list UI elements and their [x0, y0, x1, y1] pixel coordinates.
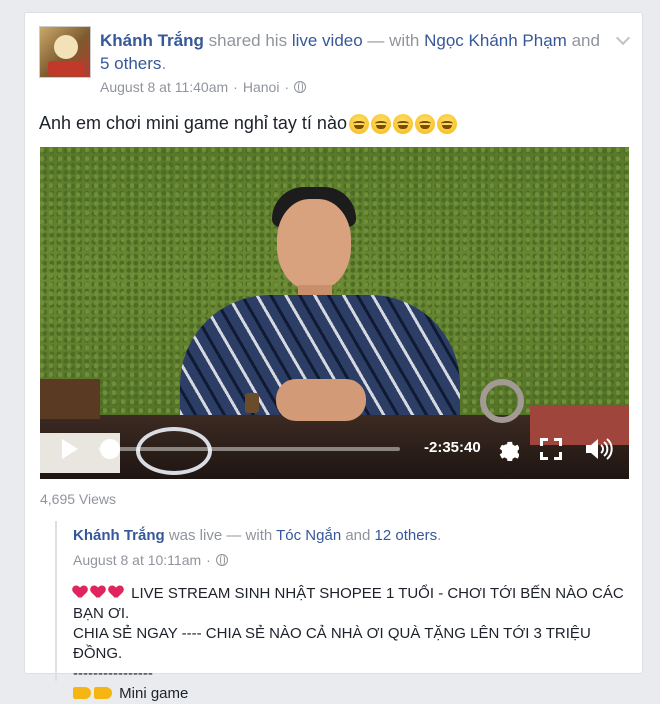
- body-line-2: CHIA SẺ NGAY ---- CHIA SẺ NÀO CẢ NHÀ ƠI …: [73, 625, 591, 662]
- laughing-emoji-icon: [392, 113, 413, 134]
- video-progress-thumb[interactable]: [100, 439, 120, 459]
- shared-author-name[interactable]: Khánh Trắng: [73, 527, 165, 544]
- post-header: Khánh Trắng shared his live video — with…: [100, 29, 600, 75]
- body-line-1-text: LIVE STREAM SINH NHẬT SHOPEE 1 TUỔI - CH…: [73, 585, 624, 622]
- action-text: shared his: [208, 31, 288, 50]
- post-card: Khánh Trắng shared his live video — with…: [24, 12, 643, 702]
- play-icon[interactable]: [62, 439, 78, 459]
- shared-others-link[interactable]: 12 others: [375, 527, 438, 544]
- laughing-emoji-icon: [348, 113, 369, 134]
- heart-icon: [109, 586, 123, 599]
- shared-tagged-person-link[interactable]: Tóc Ngắn: [276, 527, 341, 544]
- shared-post-header: Khánh Trắng was live — with Tóc Ngắn and…: [73, 527, 441, 544]
- avatar-figure: [54, 35, 78, 59]
- body-line-3: ----------------: [73, 665, 153, 682]
- video-person-head: [277, 199, 351, 291]
- shared-post-meta: August 8 at 10:11am ·: [73, 552, 228, 568]
- shared-period: .: [437, 527, 442, 544]
- shared-with-text: — with: [226, 527, 273, 544]
- period: .: [161, 54, 167, 73]
- post-timestamp[interactable]: August 8 at 11:40am: [100, 79, 228, 95]
- shared-meta-separator: ·: [206, 552, 211, 568]
- video-object-ring: [480, 379, 524, 423]
- post-text: Anh em chơi mini game nghỉ tay tí nào: [39, 113, 457, 134]
- shared-timestamp[interactable]: August 8 at 10:11am: [73, 552, 201, 568]
- video-wristwatch: [245, 393, 259, 413]
- video-controls: -2:35:40: [40, 429, 629, 469]
- live-video-link[interactable]: live video: [292, 31, 363, 50]
- time-remaining: -2:35:40: [424, 439, 481, 456]
- view-count: 4,695 Views: [40, 491, 117, 507]
- post-location[interactable]: Hanoi: [243, 79, 280, 95]
- and-text: and: [571, 31, 600, 50]
- video-progress-track[interactable]: [98, 447, 400, 451]
- shared-post-body: LIVE STREAM SINH NHẬT SHOPEE 1 TUỔI - CH…: [73, 584, 633, 704]
- avatar-base: [48, 61, 84, 75]
- heart-icon: [73, 586, 87, 599]
- with-text: — with: [367, 31, 420, 50]
- shared-and-text: and: [345, 527, 371, 544]
- body-line-4-text: Mini game: [119, 685, 189, 702]
- shared-post: Khánh Trắng was live — with Tóc Ngắn and…: [55, 521, 630, 702]
- globe-icon[interactable]: [215, 554, 228, 566]
- chevron-down-icon[interactable]: [615, 30, 631, 46]
- was-live-text: was live: [168, 527, 223, 544]
- tagged-person-link[interactable]: Ngọc Khánh Phạm: [424, 31, 567, 50]
- post-message: Anh em chơi mini game nghỉ tay tí nào: [39, 113, 347, 133]
- volume-icon[interactable]: [586, 438, 614, 460]
- body-line-1: LIVE STREAM SINH NHẬT SHOPEE 1 TUỔI - CH…: [73, 584, 633, 624]
- gear-icon[interactable]: [495, 437, 519, 461]
- pointing-hand-icon: [73, 687, 91, 699]
- laughing-emoji-icon: [414, 113, 435, 134]
- author-avatar[interactable]: [39, 26, 91, 78]
- video-person-hands: [276, 379, 366, 421]
- globe-icon[interactable]: [294, 81, 307, 93]
- video-player[interactable]: -2:35:40: [40, 147, 629, 479]
- pointing-hand-icon: [94, 687, 112, 699]
- laughing-emoji-icon: [370, 113, 391, 134]
- others-link[interactable]: 5 others: [100, 54, 161, 73]
- meta-separator-2: ·: [284, 79, 290, 95]
- laughing-emoji-icon: [436, 113, 457, 134]
- post-meta: August 8 at 11:40am · Hanoi ·: [100, 79, 307, 95]
- body-line-4: Mini game: [73, 684, 633, 704]
- fullscreen-icon[interactable]: [540, 438, 562, 460]
- video-object-box: [40, 379, 100, 419]
- meta-separator: ·: [233, 79, 238, 95]
- author-name[interactable]: Khánh Trắng: [100, 31, 204, 50]
- heart-icon: [91, 586, 105, 599]
